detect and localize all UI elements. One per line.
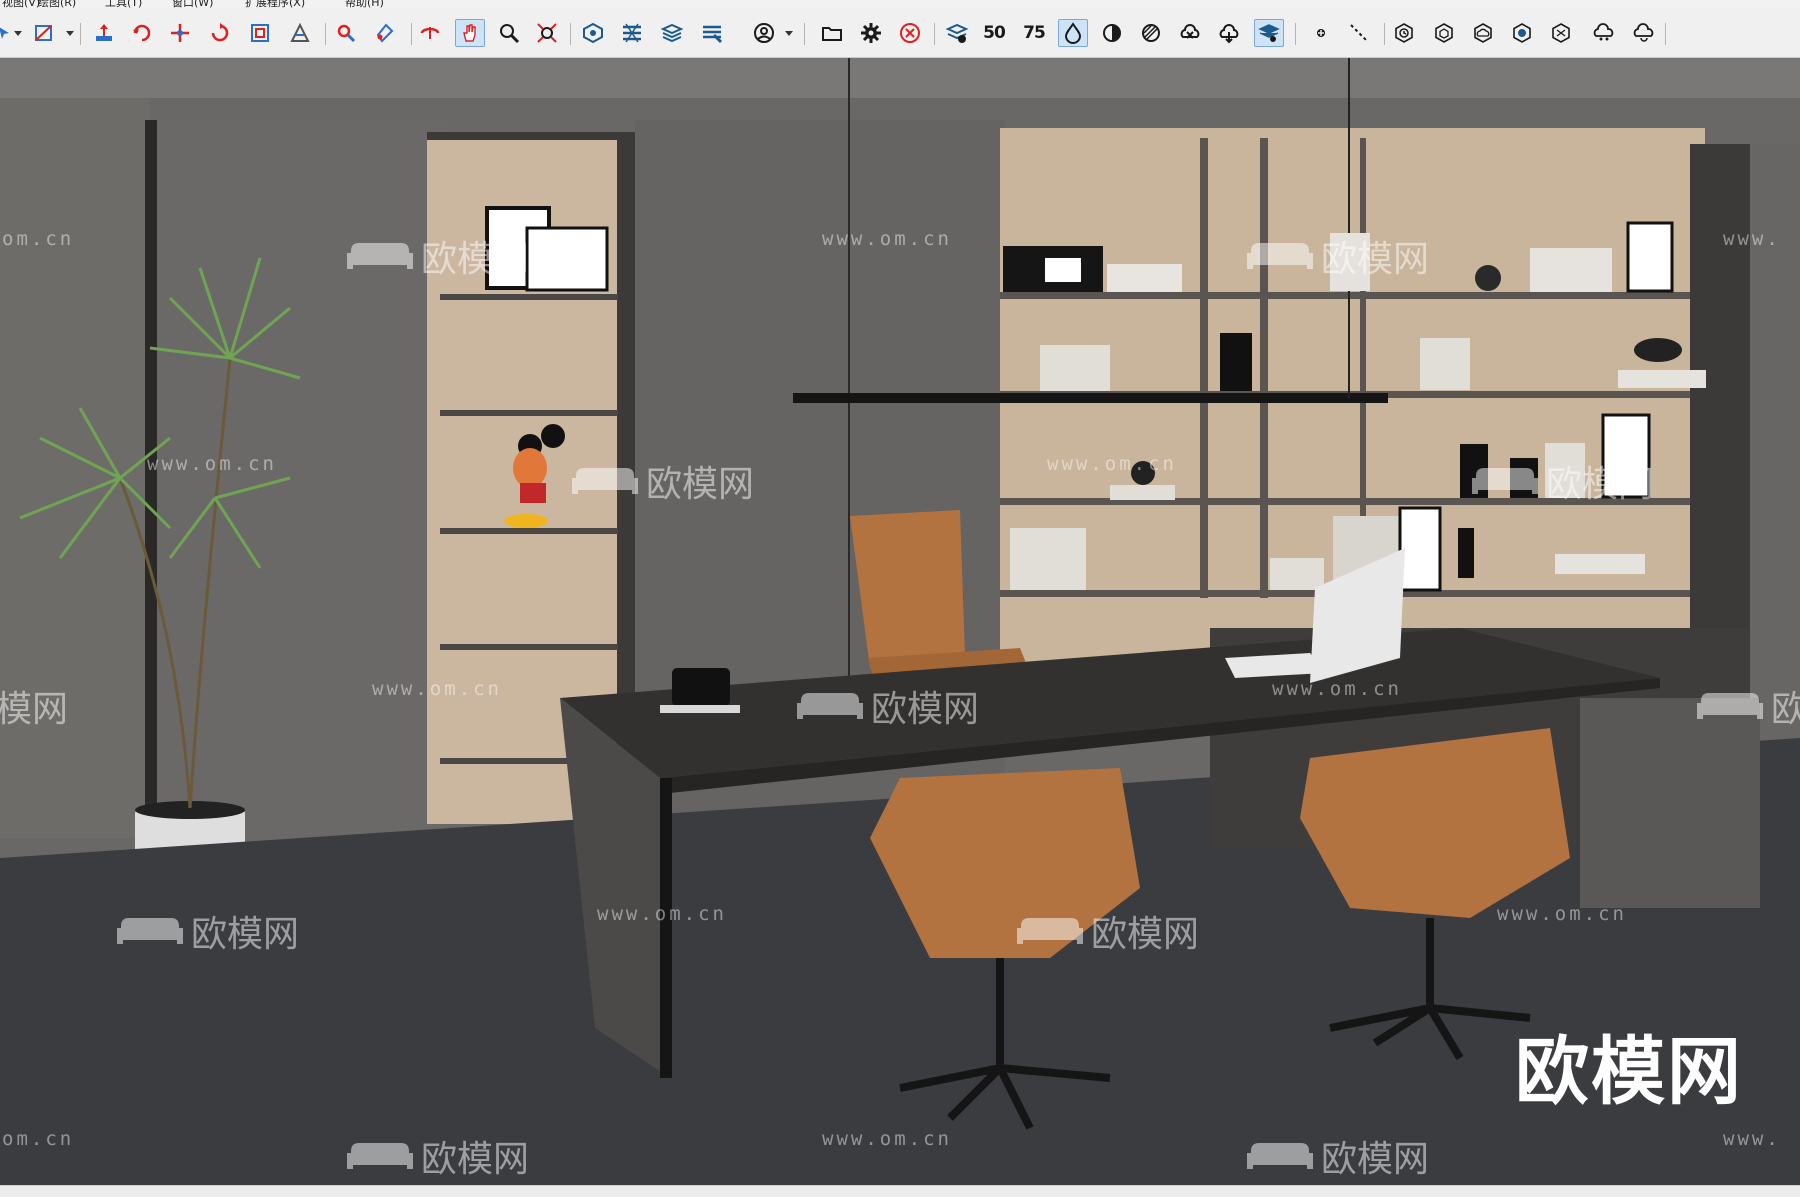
- text-tool-icon[interactable]: [331, 19, 361, 47]
- watermark-brand: 欧模网: [0, 689, 69, 730]
- sofa-logo-icon: [1472, 468, 1538, 494]
- pan-hand-icon[interactable]: [455, 19, 485, 47]
- move-tool-icon[interactable]: [89, 19, 119, 47]
- percent-50-icon[interactable]: 50: [979, 19, 1009, 47]
- hex-globe-icon[interactable]: [1507, 19, 1537, 47]
- menu-item-view[interactable]: 视图(V): [2, 0, 40, 8]
- scale-tool-icon[interactable]: [165, 19, 195, 47]
- hex-clock-icon[interactable]: [1389, 19, 1419, 47]
- brand-logo-text: 欧模网: [1515, 1029, 1743, 1115]
- cloud-hex-icon[interactable]: [1468, 19, 1498, 47]
- menu-item-draw[interactable]: 绘图(R): [38, 0, 76, 8]
- sofa-logo-icon: [1247, 243, 1313, 269]
- sofa-logo-icon: [347, 1143, 413, 1169]
- watermark-url: www.om.cn: [822, 1128, 952, 1150]
- cloud-refresh-icon[interactable]: [1629, 19, 1659, 47]
- offset-tool-icon[interactable]: [205, 19, 235, 47]
- sofa-logo-icon: [347, 243, 413, 269]
- user-circle-icon[interactable]: [749, 19, 779, 47]
- follow-me-icon[interactable]: [245, 19, 275, 47]
- dot-icon[interactable]: [1306, 19, 1336, 47]
- hex-outline-icon[interactable]: [1429, 19, 1459, 47]
- sofa-logo-icon: [1017, 918, 1083, 944]
- menu-item-tools[interactable]: 工具(T): [105, 0, 142, 8]
- half-circle-icon[interactable]: [1097, 19, 1127, 47]
- hatched-circle-icon[interactable]: [1136, 19, 1166, 47]
- rotate-tool-icon[interactable]: [127, 19, 157, 47]
- watermark-url: om.cn: [2, 1128, 75, 1150]
- component-layers-icon[interactable]: [578, 19, 608, 47]
- menu-bar: 视图(V) 绘图(R) 工具(T) 窗口(W) 扩展程序(X) 帮助(H): [0, 0, 1800, 8]
- watermark-url: om.cn: [2, 228, 75, 250]
- hex-scissor-icon[interactable]: [1546, 19, 1576, 47]
- sofa-logo-icon: [572, 468, 638, 494]
- sofa-logo-icon: [1697, 693, 1763, 719]
- watermark-brand: 欧模网: [115, 905, 299, 957]
- watermark-brand: 欧模网: [1470, 455, 1654, 507]
- watermark-brand: 欧模网: [1245, 230, 1429, 282]
- rectangle-tool-icon[interactable]: [29, 19, 59, 47]
- folder-open-icon[interactable]: [817, 19, 847, 47]
- drop-shape-icon[interactable]: [1058, 19, 1088, 47]
- layers-view-icon[interactable]: [942, 19, 972, 47]
- watermark-url: www.om.cn: [1047, 453, 1177, 475]
- watermark-brand: 欧模网: [345, 1130, 529, 1182]
- watermark-url: www.om.cn: [597, 903, 727, 925]
- explode-icon[interactable]: [617, 19, 647, 47]
- stack-layers-2-icon[interactable]: [697, 19, 727, 47]
- watermark-url: www.om.cn: [1272, 678, 1402, 700]
- gear-icon[interactable]: [856, 19, 886, 47]
- watermark-brand: 欧模网: [1245, 1130, 1429, 1182]
- tape-measure-icon[interactable]: [285, 19, 315, 47]
- zoom-icon[interactable]: [494, 19, 524, 47]
- sofa-logo-icon: [117, 918, 183, 944]
- watermark-url: www.: [1723, 228, 1781, 250]
- watermark-brand: 欧模网: [1695, 680, 1800, 732]
- watermark-url: www.om.cn: [147, 453, 277, 475]
- watermark-url: www.om.cn: [822, 228, 952, 250]
- model-viewport[interactable]: om.cn www.om.cn www. www.om.cn www.om.cn…: [0, 58, 1800, 1185]
- orbit-icon[interactable]: [415, 19, 445, 47]
- cross-cloud-icon[interactable]: [1175, 19, 1205, 47]
- chevron-down-icon[interactable]: [14, 29, 22, 37]
- watermark-brand: 欧模网: [345, 230, 529, 282]
- watermark-url: www.om.cn: [1497, 903, 1627, 925]
- watermark-brand: 欧模网: [795, 680, 979, 732]
- sofa-logo-icon: [797, 693, 863, 719]
- chevron-down-icon[interactable]: [785, 29, 793, 37]
- watermark-brand: 欧模网: [1015, 905, 1199, 957]
- paint-bucket-icon[interactable]: [369, 19, 399, 47]
- cloud-share-icon[interactable]: [1589, 19, 1619, 47]
- watermark-url: www.: [1723, 1128, 1781, 1150]
- dashed-line-icon[interactable]: [1344, 19, 1374, 47]
- menu-item-help[interactable]: 帮助(H): [345, 0, 384, 8]
- percent-75-icon[interactable]: 75: [1019, 19, 1049, 47]
- watermark-url: www.om.cn: [372, 678, 502, 700]
- watermark-brand: 欧模网: [570, 455, 754, 507]
- menu-item-window[interactable]: 窗口(W): [172, 0, 213, 8]
- chevron-down-icon[interactable]: [66, 29, 74, 37]
- layer-touch-icon[interactable]: [1254, 19, 1284, 47]
- close-circle-icon[interactable]: [895, 19, 925, 47]
- main-toolbar: 50 75: [0, 8, 1800, 58]
- stack-layers-icon[interactable]: [657, 19, 687, 47]
- status-bar: [0, 1185, 1800, 1197]
- zoom-extents-icon[interactable]: [532, 19, 562, 47]
- menu-item-extensions[interactable]: 扩展程序(X): [245, 0, 305, 8]
- sofa-logo-icon: [1247, 1143, 1313, 1169]
- cloud-download-icon[interactable]: [1214, 19, 1244, 47]
